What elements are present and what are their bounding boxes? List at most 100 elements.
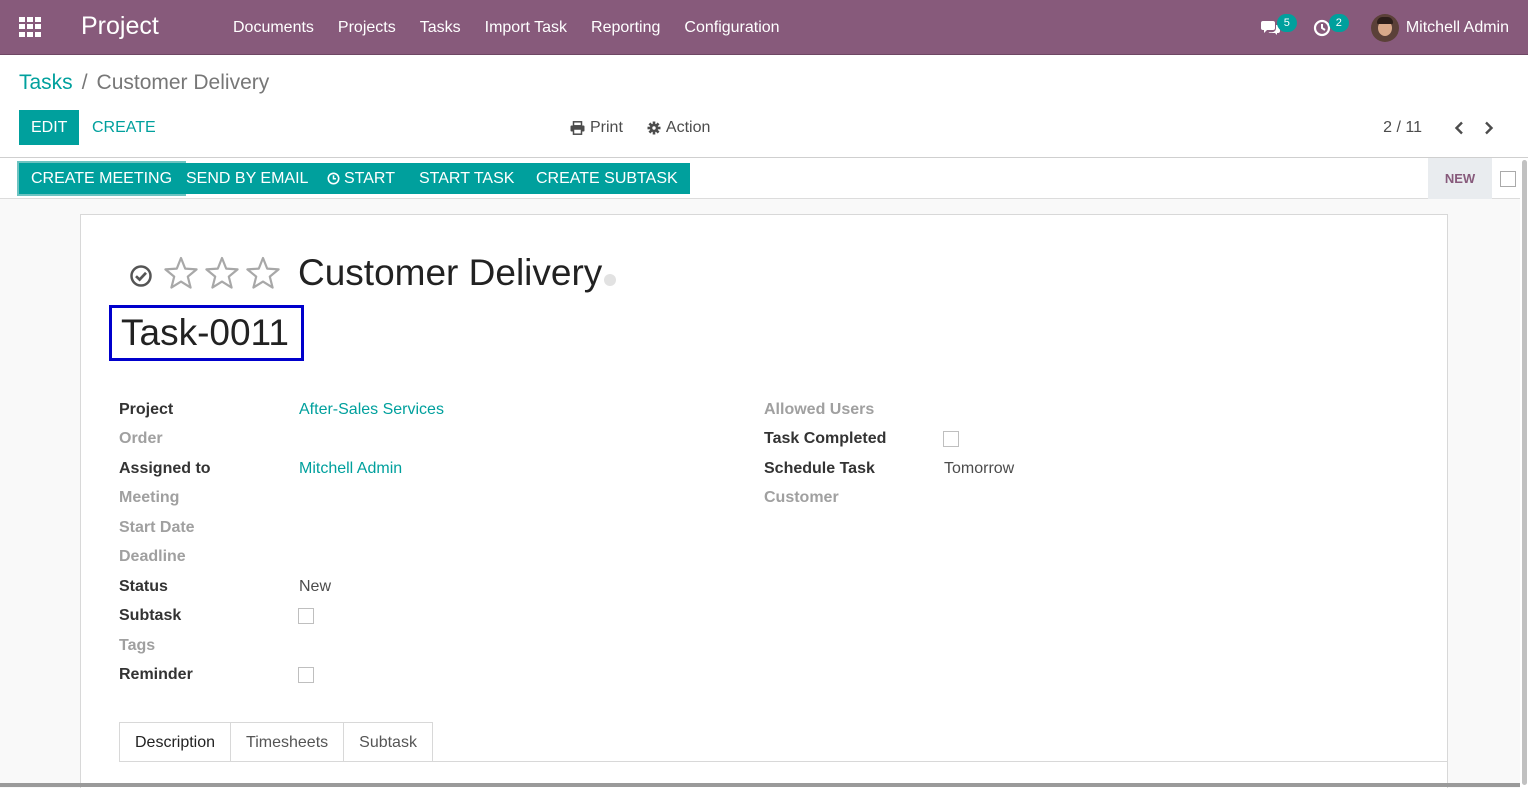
form-view: CREATE MEETING SEND BY EMAIL START START… <box>0 158 1528 788</box>
start-task-button[interactable]: START TASK <box>407 163 527 194</box>
assigned-to-value-link[interactable]: Mitchell Admin <box>299 460 402 478</box>
field-project: Project After-Sales Services <box>119 395 739 425</box>
stage-checkbox[interactable] <box>1500 171 1516 187</box>
form-sheet: Customer Delivery Task-0011 Project Afte… <box>80 214 1448 788</box>
field-label: Project <box>119 400 174 418</box>
field-label: Allowed Users <box>764 400 875 418</box>
field-label: Deadline <box>119 548 186 566</box>
subtask-checkbox[interactable] <box>298 608 314 625</box>
send-by-email-button[interactable]: SEND BY EMAIL <box>174 163 321 194</box>
breadcrumb-current: Customer Delivery <box>96 71 270 94</box>
menu-configuration[interactable]: Configuration <box>672 0 791 55</box>
vertical-scrollbar[interactable] <box>1520 158 1528 788</box>
priority-widget <box>163 256 286 290</box>
create-subtask-button[interactable]: CREATE SUBTASK <box>524 163 690 194</box>
field-subtask: Subtask <box>119 602 739 632</box>
field-allowed-users: Allowed Users <box>764 395 1384 425</box>
field-label: Customer <box>764 489 839 507</box>
field-label: Start Date <box>119 518 195 536</box>
field-tags: Tags <box>119 631 739 661</box>
form-statusbar: CREATE MEETING SEND BY EMAIL START START… <box>0 158 1520 199</box>
action-dropdown[interactable]: Action <box>647 119 710 137</box>
top-navbar: Project Documents Projects Tasks Import … <box>0 0 1528 55</box>
start-label: START <box>344 170 395 187</box>
project-value-link[interactable]: After-Sales Services <box>299 401 444 419</box>
check-circle-icon[interactable] <box>129 264 153 288</box>
field-label: Meeting <box>119 489 180 507</box>
tab-divider <box>119 761 1447 762</box>
field-label: Reminder <box>119 666 193 684</box>
reminder-checkbox[interactable] <box>298 667 314 684</box>
field-label: Tags <box>119 636 156 654</box>
tab-subtask[interactable]: Subtask <box>344 722 433 762</box>
field-assigned-to: Assigned to Mitchell Admin <box>119 454 739 484</box>
app-name[interactable]: Project <box>81 12 159 41</box>
field-start-date: Start Date <box>119 513 739 543</box>
field-task-completed: Task Completed <box>764 425 1384 455</box>
menu-reporting[interactable]: Reporting <box>579 0 672 55</box>
scrollbar-thumb[interactable] <box>1522 160 1527 785</box>
star-icon[interactable] <box>163 256 199 290</box>
menu-import-task[interactable]: Import Task <box>473 0 579 55</box>
gear-icon <box>647 121 661 134</box>
pager-value[interactable]: 2 / 11 <box>1383 119 1422 137</box>
pager-next-button[interactable] <box>1474 113 1504 143</box>
field-deadline: Deadline <box>119 543 739 573</box>
pager: 2 / 11 <box>1383 110 1528 145</box>
menu-tasks[interactable]: Tasks <box>408 0 473 55</box>
star-icon[interactable] <box>204 256 240 290</box>
field-customer: Customer <box>764 484 1384 514</box>
chevron-right-icon <box>1485 121 1494 134</box>
field-label: Schedule Task <box>764 459 875 477</box>
tab-timesheets[interactable]: Timesheets <box>231 722 345 762</box>
field-label: Task Completed <box>764 430 887 448</box>
field-schedule-task: Schedule Task Tomorrow <box>764 454 1384 484</box>
stage-new[interactable]: NEW <box>1428 158 1492 199</box>
messages-count-badge: 5 <box>1276 14 1297 32</box>
sidebar-actions: Print Action <box>570 110 734 145</box>
field-status: Status New <box>119 572 739 602</box>
menu-projects[interactable]: Projects <box>326 0 408 55</box>
print-label: Print <box>590 118 623 136</box>
chevron-left-icon <box>1454 121 1463 134</box>
task-reference: Task-0011 <box>109 305 304 361</box>
edit-button[interactable]: EDIT <box>19 110 80 145</box>
title-row: Customer Delivery <box>129 251 617 295</box>
activity-menu[interactable]: 2 <box>1313 0 1365 55</box>
breadcrumb-tasks-link[interactable]: Tasks <box>19 71 73 94</box>
field-group-right: Allowed Users Task Completed Schedule Ta… <box>764 395 1384 513</box>
start-button[interactable]: START <box>313 163 407 194</box>
menu-documents[interactable]: Documents <box>221 0 326 55</box>
clock-icon <box>327 172 340 185</box>
create-button[interactable]: CREATE <box>80 110 168 145</box>
user-menu[interactable]: Mitchell Admin <box>1365 13 1528 42</box>
field-reminder: Reminder <box>119 661 739 691</box>
field-label: Status <box>119 577 168 595</box>
task-title: Customer Delivery <box>298 252 603 293</box>
task-completed-checkbox[interactable] <box>943 431 959 448</box>
field-label: Order <box>119 430 163 448</box>
tab-description[interactable]: Description <box>119 722 232 762</box>
action-label: Action <box>665 118 711 136</box>
pager-previous-button[interactable] <box>1444 113 1474 143</box>
star-icon[interactable] <box>245 256 281 290</box>
breadcrumb-separator: / <box>81 71 88 94</box>
kanban-state-indicator[interactable] <box>604 274 617 286</box>
field-meeting: Meeting <box>119 484 739 514</box>
print-dropdown[interactable]: Print <box>570 119 623 137</box>
schedule-task-value: Tomorrow <box>944 459 1015 477</box>
control-panel: Tasks / Customer Delivery EDIT CREATE Prin… <box>0 55 1528 158</box>
activities-count-badge: 2 <box>1328 14 1349 32</box>
create-meeting-button[interactable]: CREATE MEETING <box>19 163 185 194</box>
breadcrumb: Tasks / Customer Delivery <box>19 71 269 95</box>
messaging-menu[interactable]: 5 <box>1260 0 1313 55</box>
field-group-left: Project After-Sales Services Order Assig… <box>119 395 739 690</box>
main-menu: Documents Projects Tasks Import Task Rep… <box>221 0 792 55</box>
systray: 5 2 Mitchell Admin <box>1260 0 1528 55</box>
user-name: Mitchell Admin <box>1405 18 1509 36</box>
status-value: New <box>299 577 332 595</box>
apps-menu-icon[interactable] <box>19 17 41 37</box>
field-label: Subtask <box>119 607 182 625</box>
horizontal-scrollbar[interactable] <box>0 783 1520 787</box>
avatar <box>1370 13 1399 42</box>
